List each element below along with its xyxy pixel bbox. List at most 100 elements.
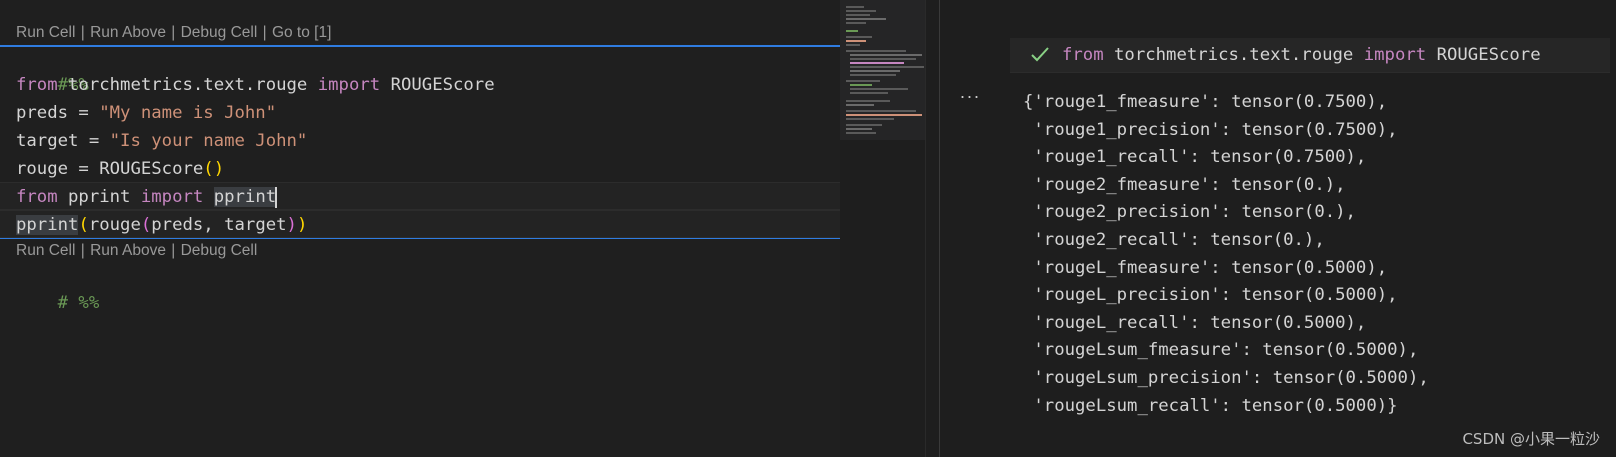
keyword-import: import	[1363, 45, 1427, 65]
minimap-line	[846, 80, 880, 82]
interactive-output-panel: from torchmetrics.text.rouge import ROUG…	[945, 0, 1616, 457]
output-line: 'rougeL_recall': tensor(0.5000),	[1023, 312, 1367, 333]
minimap-line	[850, 62, 904, 64]
code-text: preds =	[16, 103, 100, 123]
minimap-line	[846, 40, 866, 42]
output-line: 'rouge2_fmeasure': tensor(0.),	[1023, 174, 1346, 195]
bracket: (	[140, 215, 152, 235]
minimap-line	[846, 50, 906, 52]
output-actions-ellipsis-icon[interactable]: ···	[945, 86, 995, 107]
output-line: 'rougeLsum_recall': tensor(0.5000)}	[1023, 395, 1398, 416]
minimap-line	[850, 88, 908, 90]
run-above-link[interactable]: Run Above	[90, 242, 166, 259]
codelens-separator: |	[171, 24, 176, 41]
minimap-line	[846, 18, 886, 20]
code-text: pprint	[57, 187, 141, 207]
codelens-separator: |	[80, 242, 85, 259]
cell-output-header[interactable]: from torchmetrics.text.rouge import ROUG…	[1010, 38, 1610, 73]
keyword-import: import	[317, 75, 381, 95]
code-text: target =	[16, 131, 110, 151]
minimap-line	[846, 30, 858, 32]
output-line: {'rouge1_fmeasure': tensor(0.7500),	[1023, 92, 1388, 112]
minimap-line	[846, 22, 866, 24]
minimap-line	[850, 58, 916, 60]
bracket: )	[213, 159, 225, 179]
selected-word: pprint	[213, 187, 277, 207]
minimap-line	[846, 118, 894, 120]
minimap-line	[846, 36, 872, 38]
code-text: rouge	[88, 215, 141, 235]
minimap-line	[846, 6, 864, 8]
output-line: 'rouge1_recall': tensor(0.7500),	[1023, 147, 1367, 168]
minimap-line	[846, 104, 874, 106]
code-line-5[interactable]: rouge = ROUGEScore()	[16, 155, 224, 183]
codelens-separator: |	[171, 242, 176, 259]
code-line-1[interactable]: #%%	[16, 43, 89, 95]
vertical-scrollbar[interactable]	[925, 0, 939, 457]
watermark: CSDN @小果一粒沙	[1462, 430, 1600, 448]
debug-cell-link[interactable]: Debug Cell	[181, 242, 258, 259]
cell-bottom-border	[0, 238, 840, 239]
code-text: rouge = ROUGEScore	[16, 159, 204, 179]
keyword-from: from	[16, 75, 58, 95]
minimap[interactable]	[840, 0, 925, 457]
run-cell-link[interactable]: Run Cell	[16, 242, 75, 259]
string-literal: "My name is John"	[99, 103, 277, 123]
bracket: (	[78, 215, 89, 235]
output-line: 'rougeLsum_fmeasure': tensor(0.5000),	[1023, 340, 1419, 361]
code-editor[interactable]: Run Cell | Run Above | Debug Cell | Go t…	[0, 0, 840, 457]
pane-divider[interactable]	[939, 0, 940, 457]
output-line: 'rougeL_fmeasure': tensor(0.5000),	[1023, 257, 1388, 278]
code-text: ROUGEScore	[1426, 45, 1541, 65]
output-line: 'rouge2_recall': tensor(0.),	[1023, 229, 1325, 250]
code-text: preds, target	[151, 215, 287, 235]
minimap-line	[850, 66, 924, 68]
keyword-import: import	[140, 187, 204, 207]
code-line-8[interactable]: # %%	[16, 261, 100, 313]
code-text: torchmetrics.text.rouge	[1103, 45, 1364, 65]
minimap-line	[846, 44, 860, 46]
minimap-line	[850, 92, 888, 94]
run-above-link[interactable]: Run Above	[90, 24, 166, 41]
output-cell-source: from torchmetrics.text.rouge import ROUG…	[1062, 38, 1541, 72]
bracket: (	[203, 159, 214, 179]
output-line: 'rouge1_precision': tensor(0.7500),	[1023, 119, 1398, 140]
code-line-6[interactable]: from pprint import pprint	[16, 183, 278, 211]
check-icon	[1031, 47, 1049, 62]
string-literal: "Is your name John"	[109, 131, 308, 151]
minimap-line	[846, 14, 870, 16]
codelens-separator: |	[80, 24, 85, 41]
cell-top-border	[0, 45, 840, 47]
keyword-from: from	[16, 187, 58, 207]
keyword-from: from	[1062, 45, 1104, 65]
code-line-2[interactable]: from torchmetrics.text.rouge import ROUG…	[16, 71, 495, 99]
codelens-bottom: Run Cell | Run Above | Debug Cell	[16, 240, 257, 262]
minimap-line	[846, 10, 876, 12]
go-to-link[interactable]: Go to [1]	[272, 24, 331, 41]
minimap-line	[850, 70, 900, 72]
bracket: )	[286, 215, 297, 235]
bracket: )	[296, 215, 308, 235]
debug-cell-link[interactable]: Debug Cell	[181, 24, 258, 41]
selected-word: pprint	[16, 215, 79, 235]
code-line-7[interactable]: pprint(rouge(preds, target))	[16, 211, 307, 239]
code-text: ROUGEScore	[380, 75, 495, 95]
output-text: {'rouge1_fmeasure': tensor(0.7500), 'rou…	[1023, 89, 1429, 420]
minimap-line	[846, 132, 876, 134]
minimap-line	[846, 124, 882, 126]
cell-marker-comment: # %%	[57, 293, 100, 313]
output-line: 'rougeL_precision': tensor(0.5000),	[1023, 285, 1398, 306]
output-line: 'rougeLsum_precision': tensor(0.5000),	[1023, 367, 1429, 388]
output-line: 'rouge2_precision': tensor(0.),	[1023, 202, 1356, 223]
minimap-line	[850, 54, 922, 56]
run-cell-link[interactable]: Run Cell	[16, 24, 75, 41]
codelens-separator: |	[262, 24, 267, 41]
codelens-top: Run Cell | Run Above | Debug Cell | Go t…	[16, 22, 331, 44]
code-text: torchmetrics.text.rouge	[57, 75, 318, 95]
code-line-3[interactable]: preds = "My name is John"	[16, 99, 276, 127]
minimap-line	[846, 114, 922, 116]
minimap-line	[846, 128, 872, 130]
minimap-line	[850, 74, 896, 76]
code-line-4[interactable]: target = "Is your name John"	[16, 127, 307, 155]
